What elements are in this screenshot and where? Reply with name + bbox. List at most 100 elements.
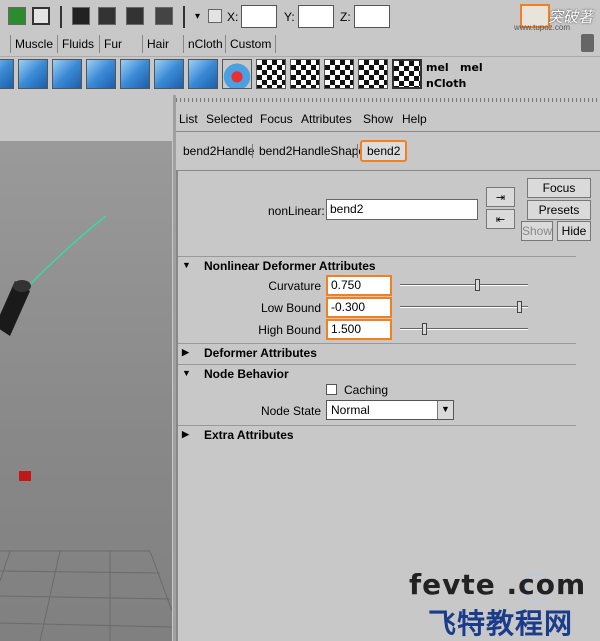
viewport-canvas[interactable] [0, 141, 172, 641]
section-title: Extra Attributes [204, 428, 294, 442]
caching-label: Caching [344, 383, 389, 397]
expanded-arrow-icon: ▼ [182, 260, 191, 270]
high-bound-slider[interactable] [400, 323, 528, 335]
y-field[interactable] [298, 5, 334, 28]
section-title: Node Behavior [204, 367, 289, 381]
ipr-render-icon[interactable] [126, 7, 144, 25]
shelf-tab-muscle[interactable]: Muscle [10, 35, 57, 53]
node-name-field[interactable]: bend2 [326, 199, 478, 220]
menu-selected[interactable]: Selected [206, 112, 253, 126]
z-field[interactable] [354, 5, 390, 28]
ncloth-label[interactable]: nCloth [426, 77, 466, 90]
tab-bend2handleshape[interactable]: bend2HandleShape [254, 140, 370, 162]
chevron-down-icon: ▼ [437, 401, 453, 419]
input-line-icon[interactable] [208, 9, 222, 23]
tab-bend2handle[interactable]: bend2Handle [178, 140, 259, 162]
node-state-dropdown[interactable]: Normal ▼ [326, 400, 454, 420]
checker-tool-icon[interactable] [256, 59, 286, 89]
menu-list[interactable]: List [179, 112, 198, 126]
arrow-in-icon: ⇥ [495, 192, 506, 204]
shelf-tab-fur[interactable]: Fur [99, 35, 126, 53]
select-mode-icon[interactable] [8, 7, 26, 25]
shelf-icons: mel nCloth mel ▲▼ [0, 56, 600, 140]
collapsed-arrow-icon: ▶ [182, 347, 189, 357]
deformer-handle-cap [13, 280, 31, 292]
tab-bend2[interactable]: bend2 [360, 140, 408, 162]
low-bound-label: Low Bound [260, 301, 321, 315]
watermark-text: fevte .com [409, 568, 587, 601]
high-bound-field[interactable]: 1.500 [326, 319, 392, 340]
y-label: Y: [284, 10, 295, 24]
section-title: Nonlinear Deformer Attributes [204, 259, 376, 273]
transform-constraint-icon[interactable] [222, 59, 252, 89]
shelf-tab-fluids[interactable]: Fluids [57, 35, 98, 53]
attribute-editor: List Selected Focus Attributes Show Help… [176, 95, 600, 641]
low-bound-field[interactable]: -0.300 [326, 297, 392, 318]
checker-tool-icon[interactable] [290, 59, 320, 89]
arrow-out-icon: ⇤ [495, 214, 506, 226]
panel-drag-handle[interactable] [176, 98, 600, 102]
render-settings-icon[interactable] [155, 7, 173, 25]
z-label: Z: [340, 10, 351, 24]
divider [176, 170, 600, 171]
expanded-arrow-icon: ▼ [182, 368, 191, 378]
checker-tool-icon[interactable] [324, 59, 354, 89]
shelf-tab-hair[interactable]: Hair [142, 35, 173, 53]
slider-handle[interactable] [475, 279, 480, 291]
collapsed-arrow-icon: ▶ [182, 429, 189, 439]
section-node-behavior[interactable]: ▼ Node Behavior [178, 364, 576, 382]
shelf-tool-icon[interactable] [86, 59, 116, 89]
shelf-tool-icon[interactable] [18, 59, 48, 89]
checker-tool-icon[interactable] [392, 59, 422, 89]
x-label: X: [227, 10, 239, 24]
menu-help[interactable]: Help [402, 112, 427, 126]
section-deformer-attributes[interactable]: ▶ Deformer Attributes [178, 343, 576, 361]
show-button[interactable]: Show [521, 221, 553, 241]
slider-handle[interactable] [517, 301, 522, 313]
checker-tool-icon[interactable] [358, 59, 388, 89]
menu-focus[interactable]: Focus [260, 112, 293, 126]
select-node-button[interactable]: ⇤ [486, 209, 515, 229]
script-editor-icon[interactable] [32, 7, 50, 25]
render-frame-icon[interactable] [98, 7, 116, 25]
shelf-tool-icon[interactable] [154, 59, 184, 89]
status-line: ▾ X: Y: Z: 突破著 www.tupoz.com [0, 0, 600, 34]
shelf-tool-icon[interactable] [0, 59, 14, 89]
curvature-field[interactable]: 0.750 [326, 275, 392, 296]
shelf-tool-icon[interactable] [52, 59, 82, 89]
shelf-tabs: Muscle Fluids Fur Hair nCloth Custom [0, 34, 600, 54]
shelf-tool-icon[interactable] [188, 59, 218, 89]
pivot-marker [19, 471, 31, 481]
chevron-down-icon[interactable]: ▾ [195, 11, 205, 22]
section-nonlinear-deformer[interactable]: ▼ Nonlinear Deformer Attributes [178, 256, 576, 274]
hide-button[interactable]: Hide [557, 221, 591, 241]
menu-attributes[interactable]: Attributes [301, 112, 352, 126]
trash-icon[interactable] [581, 34, 594, 52]
render-view-icon[interactable] [72, 7, 90, 25]
focus-button[interactable]: Focus [527, 178, 591, 198]
section-extra-attributes[interactable]: ▶ Extra Attributes [178, 425, 576, 443]
mel-script-label[interactable]: mel [460, 61, 483, 74]
watermark-cn-text: 飞特教程网 [428, 607, 574, 640]
shelf-tab-ncloth[interactable]: nCloth [183, 35, 227, 53]
high-bound-label: High Bound [258, 323, 321, 337]
section-title: Deformer Attributes [204, 346, 317, 360]
x-field[interactable] [241, 5, 277, 28]
viewport-scene [0, 215, 172, 641]
node-state-label: Node State [260, 404, 321, 418]
caching-checkbox[interactable] [326, 384, 337, 395]
node-type-label: nonLinear: [268, 204, 325, 218]
shelf-tab-custom[interactable]: Custom [225, 35, 277, 53]
presets-button[interactable]: Presets [527, 200, 591, 220]
curvature-slider[interactable] [400, 279, 528, 291]
low-bound-slider[interactable] [400, 301, 528, 313]
tab-separator [357, 144, 358, 158]
logo-url: www.tupoz.com [514, 23, 571, 32]
divider [176, 131, 600, 132]
mel-script-label[interactable]: mel [426, 61, 449, 74]
slider-handle[interactable] [422, 323, 427, 335]
load-attributes-button[interactable]: ⇥ [486, 187, 515, 207]
separator [60, 6, 62, 28]
shelf-tool-icon[interactable] [120, 59, 150, 89]
menu-show[interactable]: Show [363, 112, 393, 126]
